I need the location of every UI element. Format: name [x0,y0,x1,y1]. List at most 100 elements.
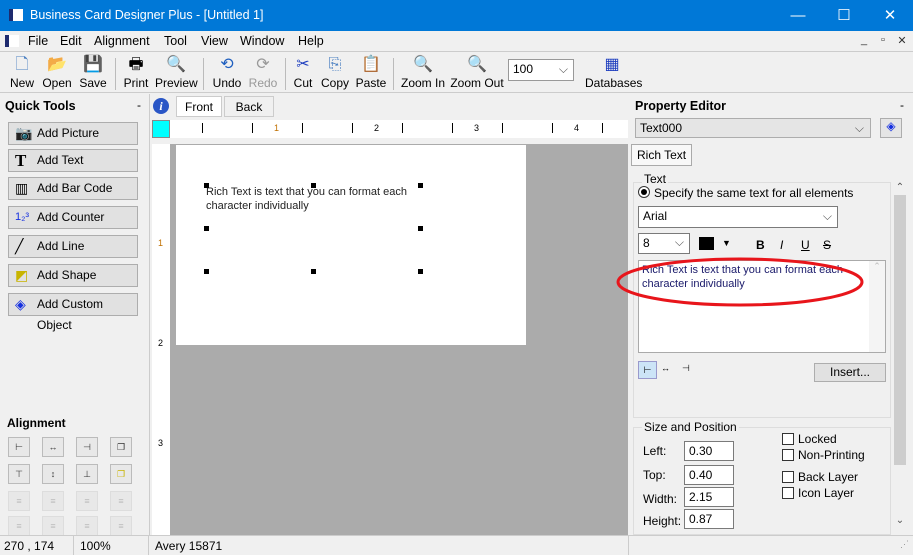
zoom-in-button[interactable]: 🔍 Zoom In [400,54,446,90]
align-center-icon[interactable]: ↔ [42,437,64,457]
non-printing-checkbox[interactable] [782,449,794,461]
mdi-close-button[interactable]: ✕ [894,34,910,48]
underline-button[interactable]: U [801,238,810,252]
resize-handle[interactable] [311,269,316,274]
strikethrough-button[interactable]: S [823,238,831,252]
align-right-icon[interactable]: ⊣ [682,363,690,374]
menu-tool[interactable]: Tool [164,34,187,48]
insert-button[interactable]: Insert... [814,363,886,382]
distribute-icon[interactable]: ≡ [8,491,30,511]
design-area: i Front Back 1 2 3 4 1 2 3 Rich Text is … [150,94,628,535]
top-input[interactable]: 0.40 [684,465,734,485]
height-input[interactable]: 0.87 [684,509,734,529]
align-top-icon[interactable]: ⊤ [8,464,30,484]
toolbar-separator [115,58,116,90]
menu-file[interactable]: File [28,34,48,48]
distribute-icon[interactable]: ≡ [76,491,98,511]
minimize-button[interactable]: — [775,0,821,31]
mdi-minimize-button[interactable]: _ [856,34,872,48]
locked-checkbox[interactable] [782,433,794,445]
cut-button[interactable]: ✂ Cut [292,54,314,90]
align-left-icon[interactable]: ⊢ [638,361,657,379]
info-icon[interactable]: i [153,98,169,114]
copy-button[interactable]: ⎘ Copy [320,54,350,90]
object-select[interactable]: Text000 ⌵ [635,118,871,138]
resize-grip-icon[interactable]: ⋰ [900,539,909,550]
scrollbar[interactable]: ⌃ [869,261,885,352]
menu-window[interactable]: Window [240,34,284,48]
align-middle-icon[interactable]: ↕ [42,464,64,484]
menu-edit[interactable]: Edit [60,34,82,48]
left-input[interactable]: 0.30 [684,441,734,461]
new-button[interactable]: 🗋 New [8,54,36,90]
paste-button[interactable]: 📋 Paste [355,54,387,90]
size-icon[interactable]: ≡ [110,516,132,536]
open-button[interactable]: 📂 Open [42,54,72,90]
menu-view[interactable]: View [201,34,228,48]
menu-help[interactable]: Help [298,34,324,48]
redo-button[interactable]: ⟳ Redo [248,54,278,90]
alignment-title: Alignment [7,416,66,430]
font-size-select[interactable]: 8 ⌵ [638,233,690,254]
resize-handle[interactable] [311,183,316,188]
bold-button[interactable]: B [756,238,765,252]
icon-layer-checkbox[interactable] [782,487,794,499]
business-card[interactable]: Rich Text is text that you can format ea… [176,145,526,345]
resize-handle[interactable] [204,226,209,231]
resize-handle[interactable] [204,269,209,274]
add-custom-object-button[interactable]: ◈ Add Custom Object [8,293,138,332]
status-bar: 270 , 174 100% Avery 15871 ⋰ [0,535,913,555]
width-input[interactable]: 2.15 [684,487,734,507]
tab-rich-text[interactable]: Rich Text [631,144,693,166]
resize-handle[interactable] [418,183,423,188]
resize-handle[interactable] [204,183,209,188]
align-right-icon[interactable]: ⊣ [76,437,98,457]
document-icon[interactable] [5,35,19,47]
caret-down-icon[interactable]: ▼ [722,238,731,248]
tab-back[interactable]: Back [224,96,274,117]
print-button[interactable]: 🖶 Print [122,54,150,90]
undo-button[interactable]: ⟲ Undo [212,54,242,90]
align-bottom-icon[interactable]: ⊥ [76,464,98,484]
italic-button[interactable]: I [780,238,783,252]
distribute-icon[interactable]: ≡ [110,491,132,511]
resize-handle[interactable] [418,269,423,274]
maximize-button[interactable]: ☐ [821,0,867,31]
distribute-icon[interactable]: ≡ [42,491,64,511]
rich-text-object[interactable]: Rich Text is text that you can format ea… [206,185,421,213]
tab-front[interactable]: Front [176,96,223,117]
save-button[interactable]: 💾 Save [78,54,108,90]
custom-object-icon: ◈ [15,296,26,312]
add-text-button[interactable]: T Add Text [8,149,138,172]
size-icon[interactable]: ≡ [76,516,98,536]
preview-button[interactable]: 🔍 Preview [155,54,198,90]
size-icon[interactable]: ≡ [42,516,64,536]
barcode-icon: ▥ [15,180,29,196]
bring-front-icon[interactable]: ❐ [110,437,132,457]
resize-handle[interactable] [418,226,423,231]
zoom-select[interactable]: 100 ⌵ [508,59,574,81]
custom-object-icon[interactable]: ◈ [880,118,902,138]
close-button[interactable]: ✕ [867,0,913,31]
align-left-icon[interactable]: ⊢ [8,437,30,457]
add-line-button[interactable]: ╱ Add Line [8,235,138,258]
add-counter-button[interactable]: 1₂³ Add Counter [8,206,138,229]
panel-scrollbar[interactable]: ⌃ ⌄ [892,182,908,528]
add-picture-button[interactable]: 📷 Add Picture [8,122,138,145]
back-layer-checkbox[interactable] [782,471,794,483]
mdi-restore-button[interactable]: ▫ [875,34,891,48]
add-shape-button[interactable]: ◩ Add Shape [8,264,138,287]
zoom-out-button[interactable]: 🔍 Zoom Out [450,54,504,90]
align-center-icon[interactable]: ↔ [661,363,670,373]
add-barcode-button[interactable]: ▥ Add Bar Code [8,177,138,200]
ruler-origin[interactable] [152,120,170,138]
send-back-icon[interactable]: ❐ [110,464,132,484]
collapse-button[interactable]: - [137,98,141,112]
color-swatch[interactable] [699,237,714,250]
databases-button[interactable]: ▦ Databases [585,54,642,90]
same-text-radio[interactable] [638,186,650,198]
font-select[interactable]: Arial ⌵ [638,206,838,228]
menu-alignment[interactable]: Alignment [94,34,150,48]
size-icon[interactable]: ≡ [8,516,30,536]
collapse-button[interactable]: - [900,98,904,112]
